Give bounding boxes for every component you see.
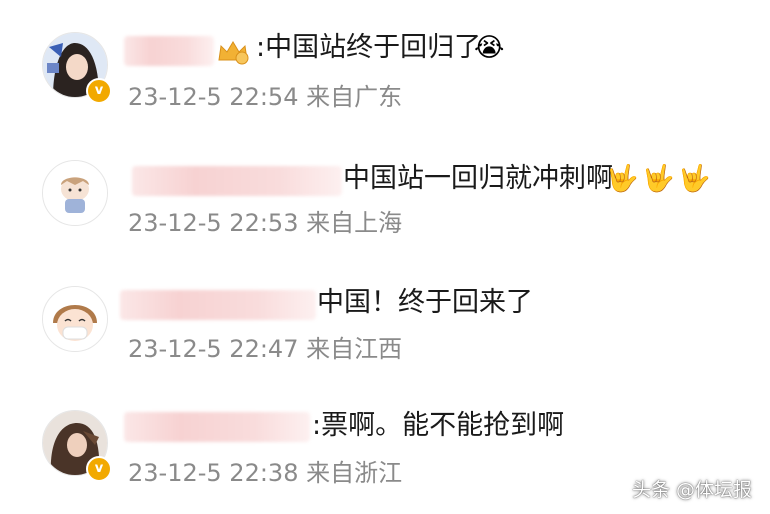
love-you-gesture-icon: 🤟 <box>606 164 639 194</box>
comment-item: 中国站一回归就冲刺啊 🤟 🤟 🤟 23-12-5 22:53 来自上海 <box>0 126 770 252</box>
comment-meta: 23-12-5 22:47 来自江西 <box>128 334 402 364</box>
comment-meta: 23-12-5 22:53 来自上海 <box>128 208 402 238</box>
comment-item: 中国！终于回来了 23-12-5 22:47 来自江西 <box>0 252 770 378</box>
crying-face-icon: 😭 <box>474 33 505 63</box>
avatar-cartoon-icon <box>43 287 107 351</box>
watermark: 头条 @体坛报 <box>631 479 752 501</box>
comment-text: 中国！终于回来了 <box>317 287 533 318</box>
username-blurred <box>124 412 310 442</box>
comment-time: 23-12-5 22:47 <box>128 335 299 363</box>
crown-badge-icon <box>216 36 250 73</box>
verified-badge-icon: v <box>86 78 112 104</box>
avatar[interactable] <box>42 286 108 352</box>
comment-text: :票啊。能不能抢到啊 <box>312 410 565 441</box>
love-you-gesture-icon: 🤟 <box>678 164 711 194</box>
comment-location: 来自广东 <box>306 83 403 111</box>
comment-meta: 23-12-5 22:54 来自广东 <box>128 82 402 112</box>
comment-item: v :中国站终于回归了 😭 23-12-5 22:54 来自广东 <box>0 0 770 126</box>
comment-text: 中国站一回归就冲刺啊 <box>343 163 613 194</box>
avatar[interactable] <box>42 160 108 226</box>
comment-location: 来自江西 <box>306 335 403 363</box>
love-you-gesture-icon: 🤟 <box>642 164 675 194</box>
comment-meta: 23-12-5 22:38 来自浙江 <box>128 458 402 488</box>
comment-text: :中国站终于回归了 <box>256 32 482 63</box>
comment-location: 来自上海 <box>306 209 403 237</box>
username-blurred <box>132 166 342 196</box>
avatar-cartoon-icon <box>43 161 107 225</box>
comment-location: 来自浙江 <box>306 459 403 487</box>
comment-time: 23-12-5 22:54 <box>128 83 299 111</box>
comment-time: 23-12-5 22:38 <box>128 459 299 487</box>
verified-badge-icon: v <box>86 456 112 482</box>
username-blurred <box>120 290 316 320</box>
comment-time: 23-12-5 22:53 <box>128 209 299 237</box>
username-blurred <box>124 36 214 66</box>
